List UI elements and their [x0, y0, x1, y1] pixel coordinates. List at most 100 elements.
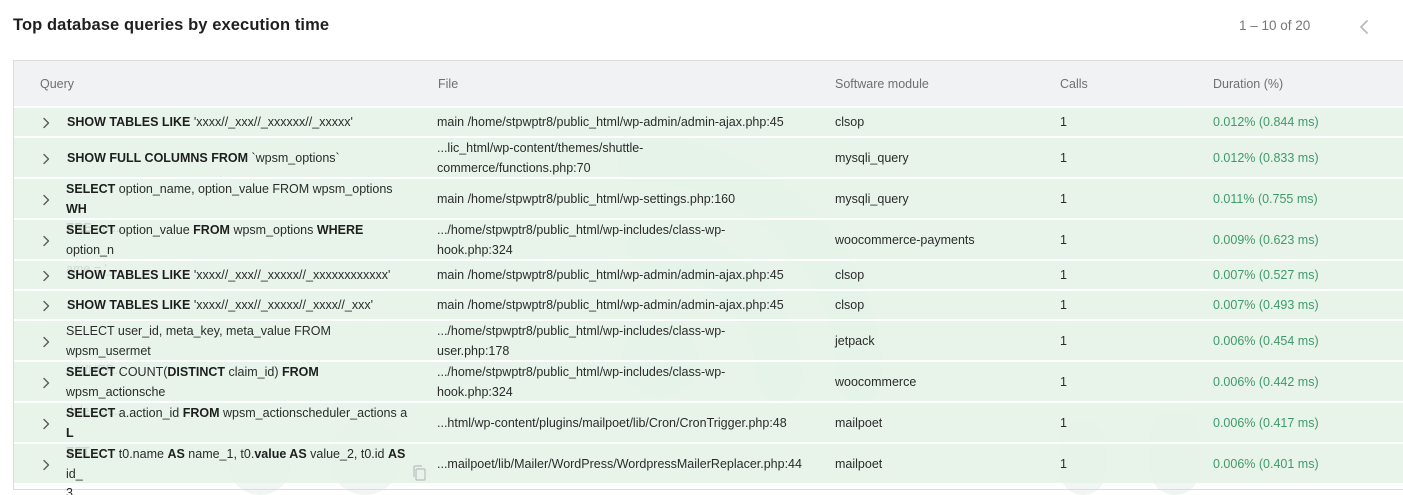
duration-cell: 0.006% (0.454 ms) — [1213, 333, 1319, 348]
query-text: value_2, t0.id — [306, 447, 388, 461]
table-row[interactable]: SHOW FULL COLUMNS FROM `wpsm_options`...… — [14, 136, 1403, 177]
calls-cell: 1 — [1060, 374, 1067, 389]
column-header-query[interactable]: Query — [40, 77, 74, 91]
query-keyword: WHERE — [316, 223, 364, 237]
query-line: SELECT COUNT(DISTINCT claim_id) FROM wps… — [66, 363, 411, 402]
query-keyword: FROM — [182, 406, 220, 420]
calls-cell: 1 — [1060, 456, 1067, 471]
query-keyword: SELECT — [66, 447, 116, 461]
pagination-range: 1 – 10 of 20 — [1239, 18, 1311, 33]
calls-cell: 1 — [1060, 333, 1067, 348]
query-text: claim_id) — [225, 365, 282, 379]
file-line: main /home/stpwptr8/public_html/wp-admin… — [437, 298, 784, 313]
calls-cell: 1 — [1060, 150, 1067, 165]
table-row[interactable]: SELECT option_value FROM wpsm_options WH… — [14, 218, 1403, 276]
query-line: SELECT a.action_id FROM wpsm_actionsched… — [66, 404, 411, 443]
column-header-file[interactable]: File — [438, 77, 458, 91]
software-module-cell: mailpoet — [835, 415, 883, 430]
file-cell: main /home/stpwptr8/public_html/wp-admin… — [437, 296, 807, 316]
duration-cell: 0.007% (0.493 ms) — [1213, 298, 1319, 313]
file-cell: main /home/stpwptr8/public_html/wp-admin… — [437, 266, 807, 286]
copy-icon[interactable] — [412, 465, 426, 481]
duration-cell: 0.006% (0.417 ms) — [1213, 415, 1319, 430]
query-line: SHOW TABLES LIKE 'xxxx//_xxx//_xxxxx//_x… — [67, 296, 412, 316]
chevron-right-icon[interactable] — [40, 300, 52, 312]
chevron-right-icon[interactable] — [40, 270, 52, 282]
query-text: wpsm_actionsche — [66, 384, 166, 399]
query-keyword: SHOW FULL COLUMNS FROM — [67, 150, 252, 165]
query-keyword: SHOW TABLES LIKE — [67, 115, 194, 130]
software-module-cell: mysqli_query — [835, 191, 909, 206]
table-row[interactable]: SHOW TABLES LIKE 'xxxx//_xxx//_xxxxx//_x… — [14, 259, 1403, 289]
file-cell: ...lic_html/wp-content/themes/shuttle-co… — [437, 139, 807, 178]
chevron-right-icon[interactable] — [40, 194, 52, 206]
header: Top database queries by execution time 1… — [0, 0, 1403, 56]
query-text: t0.name — [115, 447, 168, 461]
table-row[interactable]: SELECT COUNT(DISTINCT claim_id) FROM wps… — [14, 360, 1403, 418]
table-row[interactable]: SELECT a.action_id FROM wpsm_actionsched… — [14, 401, 1403, 459]
query-cell: SELECT t0.name AS name_1, t0.value AS va… — [66, 445, 411, 495]
file-cell: ...mailpoet/lib/Mailer/WordPress/Wordpre… — [437, 455, 807, 475]
table-header: Query File Software module Calls Duratio… — [14, 61, 1403, 107]
query-keyword: SHOW TABLES LIKE — [67, 298, 194, 313]
query-line: SHOW TABLES LIKE 'xxxx//_xxx//_xxxxxx//_… — [67, 113, 412, 133]
query-line: SHOW TABLES LIKE 'xxxx//_xxx//_xxxxx//_x… — [67, 266, 412, 286]
file-line: ...html/wp-content/plugins/mailpoet/lib/… — [437, 415, 787, 430]
file-line: main /home/stpwptr8/public_html/wp-setti… — [437, 191, 736, 206]
column-header-calls[interactable]: Calls — [1060, 77, 1088, 91]
table-row[interactable]: SELECT user_id, meta_key, meta_value FRO… — [14, 319, 1403, 377]
software-module-cell: clsop — [835, 268, 865, 283]
chevron-right-icon[interactable] — [40, 153, 52, 165]
chevron-right-icon[interactable] — [40, 459, 52, 471]
query-line: SHOW FULL COLUMNS FROM `wpsm_options` — [67, 149, 412, 169]
table-row[interactable]: SHOW TABLES LIKE 'xxxx//_xxx//_xxxxx//_x… — [14, 289, 1403, 319]
chevron-right-icon[interactable] — [40, 117, 52, 129]
software-module-cell: mailpoet — [835, 456, 883, 471]
file-line: main /home/stpwptr8/public_html/wp-admin… — [437, 268, 784, 283]
query-text: 'xxxx//_xxx//_xxxxx//_xxxx//_xxx' — [193, 298, 373, 313]
query-text: id_ — [66, 466, 83, 481]
query-keyword: SHOW TABLES LIKE — [67, 268, 194, 283]
file-line: hook.php:324 — [437, 384, 513, 399]
duration-cell: 0.007% (0.527 ms) — [1213, 268, 1319, 283]
chevron-right-icon[interactable] — [40, 418, 52, 430]
file-line: .../home/stpwptr8/public_html/wp-include… — [437, 324, 726, 338]
query-keyword: SELECT — [66, 406, 116, 420]
column-header-duration[interactable]: Duration (%) — [1213, 77, 1283, 91]
file-cell: .../home/stpwptr8/public_html/wp-include… — [437, 221, 807, 260]
query-line: SELECT t0.name AS name_1, t0.value AS va… — [66, 445, 411, 484]
chevron-right-icon[interactable] — [40, 377, 52, 389]
software-module-cell: mysqli_query — [835, 150, 909, 165]
table-row[interactable]: SELECT t0.name AS name_1, t0.value AS va… — [14, 442, 1403, 495]
file-line: user.php:178 — [437, 343, 510, 358]
software-module-cell: clsop — [835, 298, 865, 313]
chevron-right-icon[interactable] — [40, 336, 52, 348]
file-line: .../home/stpwptr8/public_html/wp-include… — [437, 223, 726, 237]
file-cell: main /home/stpwptr8/public_html/wp-setti… — [437, 190, 807, 210]
software-module-cell: clsop — [835, 115, 865, 130]
query-text: COUNT( — [115, 365, 168, 379]
table-row[interactable]: SHOW TABLES LIKE 'xxxx//_xxx//_xxxxxx//_… — [14, 106, 1403, 136]
query-text: option_name, option_value FROM wpsm_opti… — [115, 182, 393, 196]
file-line: main /home/stpwptr8/public_html/wp-admin… — [437, 115, 784, 130]
file-line: ...lic_html/wp-content/themes/shuttle- — [437, 141, 644, 155]
duration-cell: 0.009% (0.623 ms) — [1213, 232, 1319, 247]
query-text: option_n — [66, 242, 114, 257]
column-header-software-module[interactable]: Software module — [835, 77, 929, 91]
query-text: option_value — [115, 223, 194, 237]
calls-cell: 1 — [1060, 415, 1067, 430]
query-line: SELECT option_name, option_value FROM wp… — [66, 180, 411, 219]
prev-page-button[interactable] — [1352, 15, 1376, 39]
chevron-right-icon[interactable] — [40, 235, 52, 247]
query-line: 3... — [66, 484, 411, 495]
software-module-cell: woocommerce-payments — [835, 232, 975, 247]
query-keyword: SELECT — [66, 365, 116, 379]
duration-cell: 0.006% (0.401 ms) — [1213, 456, 1319, 471]
calls-cell: 1 — [1060, 191, 1067, 206]
table-row[interactable]: SELECT option_name, option_value FROM wp… — [14, 177, 1403, 235]
page-title: Top database queries by execution time — [13, 16, 330, 34]
query-cell: SHOW TABLES LIKE 'xxxx//_xxx//_xxxxx//_x… — [67, 296, 412, 316]
query-text: 3... — [66, 486, 84, 495]
query-text: wpsm_options — [229, 223, 317, 237]
query-cell: SHOW TABLES LIKE 'xxxx//_xxx//_xxxxx//_x… — [67, 266, 412, 286]
